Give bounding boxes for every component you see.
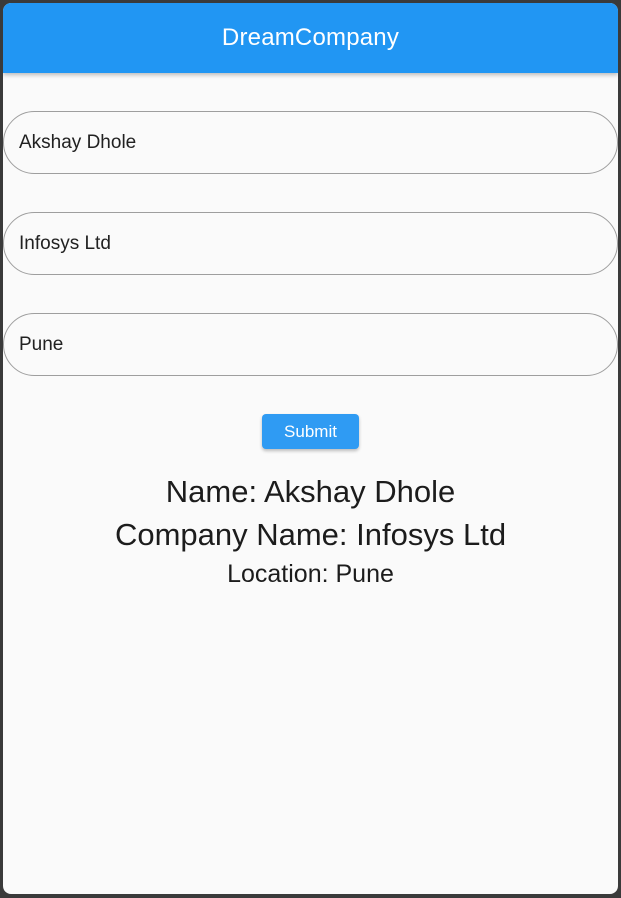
result-location-text: Location: Pune (227, 560, 394, 588)
name-field[interactable] (3, 111, 618, 174)
result-name-text: Name: Akshay Dhole (165, 474, 456, 509)
app-title: DreamCompany (221, 24, 400, 51)
result-company-text: Company Name: Infosys Ltd (114, 517, 507, 552)
company-input[interactable] (19, 213, 599, 274)
company-field[interactable] (3, 212, 618, 275)
name-input[interactable] (19, 112, 599, 173)
location-field[interactable] (3, 313, 618, 376)
app-screen: DreamCompany Submit Name: Akshay Dhole C… (3, 3, 618, 894)
app-bar: DreamCompany (3, 3, 618, 73)
location-input[interactable] (19, 314, 599, 375)
submit-button[interactable]: Submit (262, 414, 359, 449)
